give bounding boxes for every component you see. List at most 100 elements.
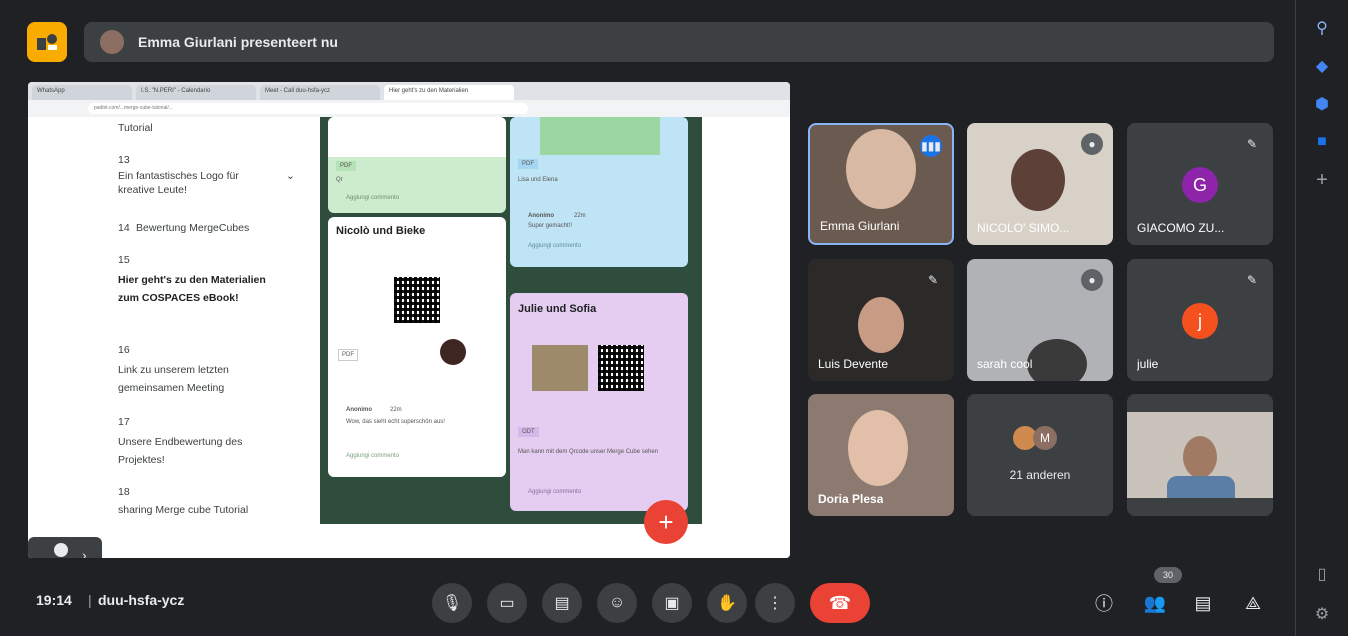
- shared-screen: WhatsApp I.S. "N.PERI" - Calendario Meet…: [28, 82, 790, 558]
- participant-count-badge: 30: [1154, 567, 1182, 583]
- file-badge: ODT: [518, 427, 539, 437]
- participant-tile[interactable]: ● sarah cool: [967, 259, 1113, 381]
- post-subtitle: Qr: [336, 177, 343, 183]
- microphone-icon: 🎙: [441, 595, 463, 612]
- activities-button[interactable]: ⟁: [1238, 588, 1268, 618]
- comment-text: Wow, das sieht echt superschön aus!: [346, 419, 445, 425]
- extension-icon[interactable]: ⬢: [1308, 90, 1336, 118]
- outlook-icon[interactable]: ■: [1308, 128, 1336, 156]
- participant-video: [858, 297, 904, 353]
- participant-tile[interactable]: ● NICOLO' SIMO...: [967, 123, 1113, 245]
- more-vert-icon: ⋮: [767, 595, 783, 612]
- search-icon[interactable]: ⚲: [1308, 14, 1336, 42]
- toc-item: Tutorial: [118, 122, 153, 134]
- presenting-banner: Emma Giurlani presenteert nu: [84, 22, 1274, 62]
- browser-url: padlet.com/...merge-cube-tutorial/...: [88, 103, 528, 114]
- comment-author: Anonimo: [528, 213, 554, 219]
- post-card[interactable]: PDF Lisa und Elena Anonimo 22m Super gem…: [510, 117, 688, 267]
- browser-tab-strip: WhatsApp I.S. "N.PERI" - Calendario Meet…: [28, 82, 790, 100]
- post-title: Nicolò und Bieke: [336, 225, 426, 237]
- more-options-button[interactable]: ⋮: [755, 583, 795, 623]
- file-badge: PDF: [336, 161, 356, 171]
- presenter-avatar: [100, 30, 124, 54]
- emoji-button[interactable]: ☺: [597, 583, 637, 623]
- presenting-text: Emma Giurlani presenteert nu: [138, 34, 338, 50]
- comment-time: 22m: [390, 407, 402, 413]
- participant-tile[interactable]: Doria Plesa: [808, 394, 954, 516]
- add-comment[interactable]: Aggiungi commento: [528, 243, 581, 249]
- add-icon[interactable]: +: [1308, 166, 1336, 194]
- add-comment[interactable]: Aggiungi commento: [528, 489, 581, 495]
- toc-num: 17: [118, 416, 130, 428]
- participant-name: julie: [1137, 357, 1159, 371]
- browser-tab: Meet - Call duu-hsfa-ycz: [260, 85, 380, 100]
- add-comment[interactable]: Aggiungi commento: [346, 195, 399, 201]
- captions-button[interactable]: ▤: [542, 583, 582, 623]
- tag-icon[interactable]: ◆: [1308, 52, 1336, 80]
- comment-text: Super gemacht!!: [528, 223, 573, 229]
- meeting-info-button[interactable]: ⓘ: [1089, 588, 1119, 618]
- post-image: [440, 339, 466, 365]
- participant-tile[interactable]: ▮▮▮ Emma Giurlani: [808, 123, 954, 245]
- participant-shirt: [1167, 476, 1235, 498]
- shapes-icon: ⟁: [1244, 592, 1262, 613]
- participant-tile[interactable]: ✎ Luis Devente: [808, 259, 954, 381]
- participant-face: [1183, 436, 1217, 478]
- participant-tile[interactable]: ✎ j julie: [1127, 259, 1273, 381]
- mic-off-icon: ✎: [1246, 137, 1258, 151]
- microphone-button[interactable]: 🎙: [432, 583, 472, 623]
- mic-off-icon: ●: [1081, 269, 1103, 291]
- captions-icon: ▤: [554, 595, 570, 612]
- toc-item: Ein fantastisches Logo für kreative Leut…: [118, 170, 239, 196]
- comment-author: Anonimo: [346, 407, 372, 413]
- present-button[interactable]: ▣: [652, 583, 692, 623]
- toc-num: 15: [118, 254, 130, 266]
- participant-video: [1011, 149, 1065, 211]
- participant-tile[interactable]: [1127, 394, 1273, 516]
- participant-name: GIACOMO ZU...: [1137, 221, 1225, 235]
- sidebar-toggle-icon[interactable]: ▯: [1308, 560, 1336, 588]
- post-subtitle: Lisa und Elena: [518, 177, 558, 183]
- mic-off-icon: ●: [1081, 133, 1103, 155]
- mic-off-icon: ✎: [1246, 273, 1258, 287]
- presenter-pip[interactable]: ›: [28, 537, 102, 558]
- participant-avatar: j: [1182, 303, 1218, 339]
- toc-num: 18: [118, 486, 130, 498]
- padlet-board: PDF Qr Aggiungi commento PDF Lisa und El…: [320, 117, 702, 524]
- participant-name: NICOLO' SIMO...: [977, 221, 1070, 235]
- post-image: [328, 117, 506, 157]
- chevron-down-icon: ⌄: [286, 170, 295, 182]
- toc-num: 13: [118, 154, 130, 166]
- toc-item: Bewertung MergeCubes: [136, 222, 250, 234]
- emoji-icon: ☺: [608, 594, 626, 611]
- add-post-button[interactable]: +: [644, 500, 688, 544]
- leave-call-button[interactable]: ☎: [810, 583, 870, 623]
- camera-button[interactable]: ▭: [487, 583, 527, 623]
- participant-tile[interactable]: ✎ G GIACOMO ZU...: [1127, 123, 1273, 245]
- side-panel: ⚲ ◆ ⬢ ■ + ▯ ⚙: [1295, 0, 1348, 636]
- participant-name: sarah cool: [977, 357, 1033, 371]
- activities-app-icon[interactable]: [27, 22, 67, 62]
- info-icon: ⓘ: [1095, 594, 1113, 614]
- raise-hand-button[interactable]: ✋: [707, 583, 747, 623]
- add-comment[interactable]: Aggiungi commento: [346, 453, 399, 459]
- others-tile[interactable]: M 21 anderen: [967, 394, 1113, 516]
- participant-name: Doria Plesa: [818, 492, 884, 506]
- post-card[interactable]: Nicolò und Bieke PDF Anonimo 22m Wow, da…: [328, 217, 506, 477]
- post-card[interactable]: PDF Qr Aggiungi commento: [328, 117, 506, 213]
- participant-avatar: M: [1033, 426, 1057, 450]
- browser-tab-active: Hier geht's zu den Materialien: [384, 85, 514, 100]
- hand-icon: ✋: [717, 595, 737, 612]
- post-card[interactable]: Julie und Sofia ODT Man kann mit dem Qrc…: [510, 293, 688, 511]
- toc-item: Unsere Endbewertung des Projektes!: [118, 436, 243, 466]
- gear-icon[interactable]: ⚙: [1308, 600, 1336, 628]
- chat-button[interactable]: ▤: [1188, 588, 1218, 618]
- others-count: 21 anderen: [1009, 468, 1071, 482]
- browser-tab: I.S. "N.PERI" - Calendario: [136, 85, 256, 100]
- qr-code: [598, 345, 644, 391]
- chevron-right-icon[interactable]: ›: [82, 547, 87, 558]
- participant-name: Luis Devente: [818, 357, 889, 371]
- padlet-page: Tutorial 13 Ein fantastisches Logo für k…: [28, 117, 790, 558]
- speaking-icon: ▮▮▮: [920, 135, 942, 157]
- people-button[interactable]: 👥: [1140, 588, 1170, 618]
